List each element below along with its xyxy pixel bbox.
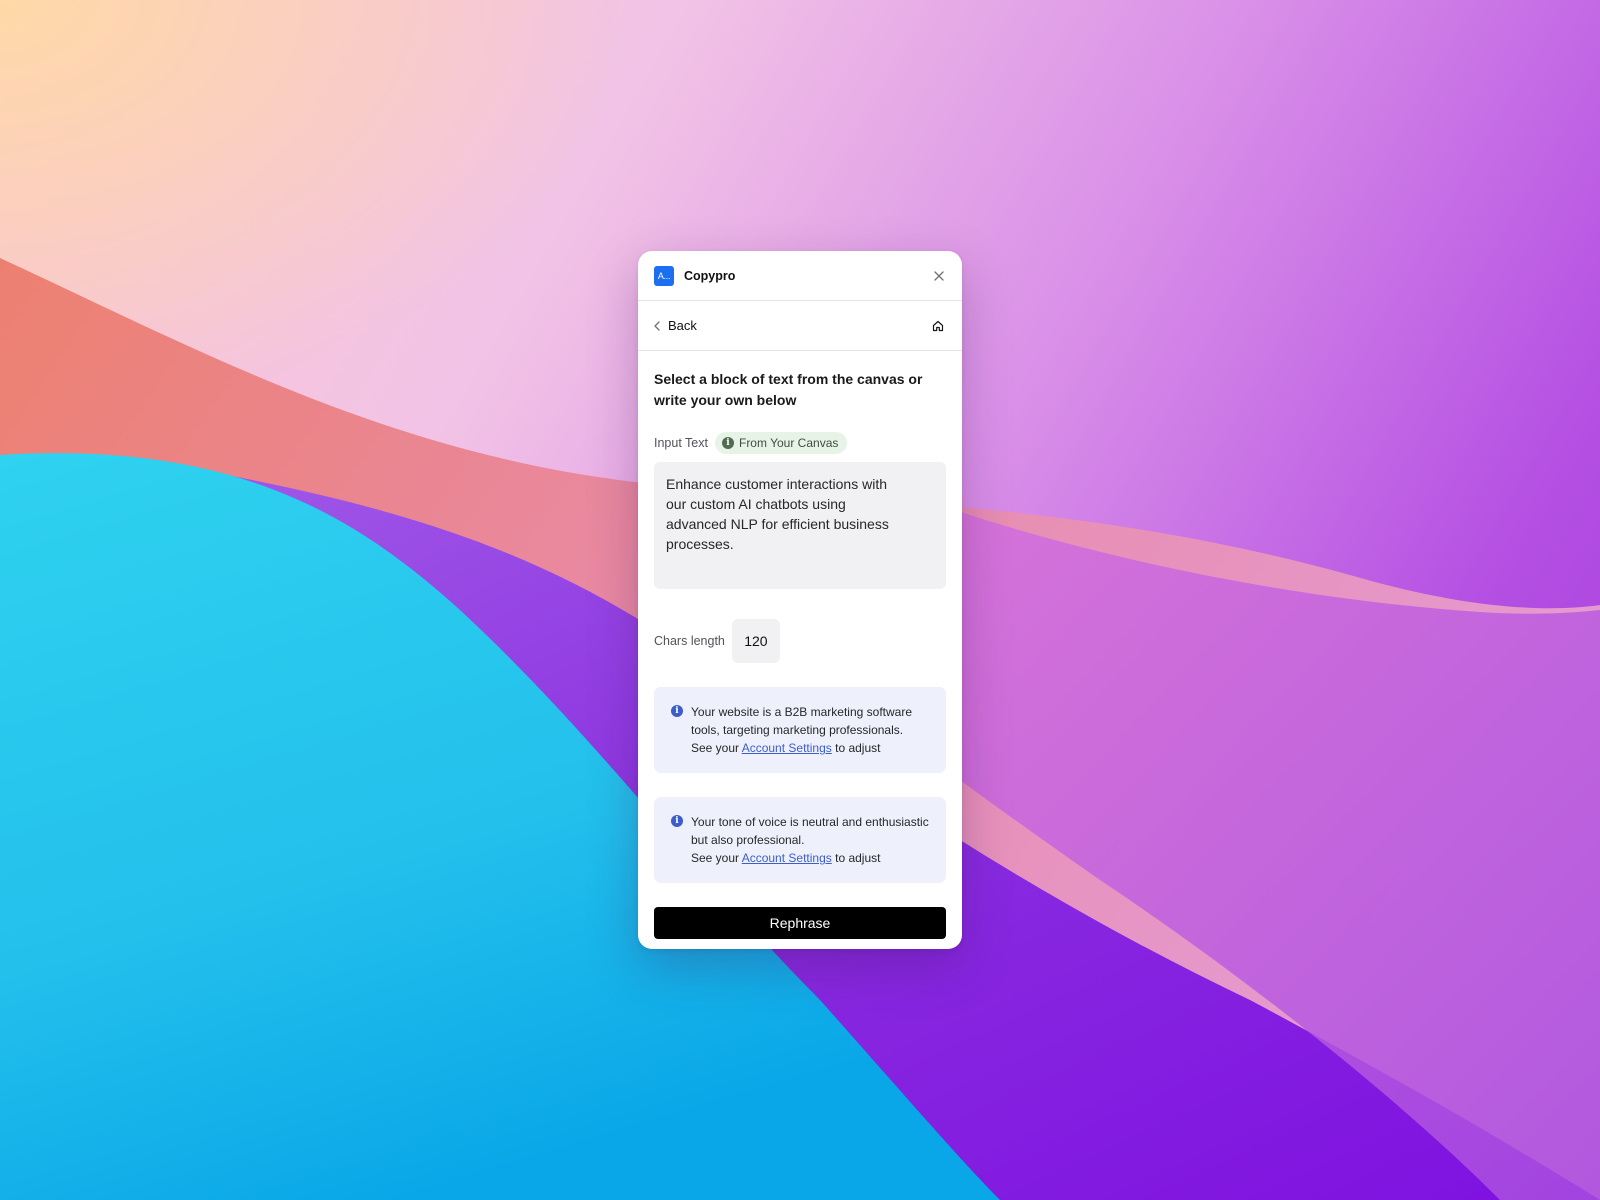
chevron-left-icon <box>654 320 660 331</box>
info-suffix: to adjust <box>835 741 881 755</box>
app-logo: A... <box>654 265 674 286</box>
back-button[interactable]: Back <box>654 318 697 333</box>
info-text: Your tone of voice is neutral and enthus… <box>691 813 930 867</box>
info-see-prefix: See your <box>691 851 740 865</box>
input-text-label: Input Text <box>654 436 708 450</box>
chars-length-row: Chars length <box>654 619 946 663</box>
page-heading: Select a block of text from the canvas o… <box>654 371 923 408</box>
content-area: Select a block of text from the canvas o… <box>638 351 962 939</box>
website-info-box: i Your website is a B2B marketing softwa… <box>654 687 946 773</box>
account-settings-link[interactable]: Account Settings <box>742 851 832 865</box>
close-button[interactable] <box>932 269 946 283</box>
source-badge: i From Your Canvas <box>714 432 848 454</box>
info-icon: i <box>671 705 683 717</box>
info-icon: i <box>671 815 683 827</box>
nav-bar: Back <box>638 301 962 351</box>
chars-length-input[interactable] <box>731 619 780 663</box>
chars-length-label: Chars length <box>654 634 725 648</box>
app-title: Copypro <box>684 268 736 283</box>
info-message: Your tone of voice is neutral and enthus… <box>691 815 929 847</box>
plugin-panel: A... Copypro Back Select a block of text… <box>638 251 962 949</box>
title-bar: A... Copypro <box>638 251 962 301</box>
close-icon <box>934 270 944 281</box>
input-label-row: Input Text i From Your Canvas <box>654 432 946 454</box>
home-icon <box>932 320 944 331</box>
info-icon: i <box>721 437 734 449</box>
account-settings-link[interactable]: Account Settings <box>742 741 832 755</box>
info-suffix: to adjust <box>835 851 881 865</box>
info-text: Your website is a B2B marketing software… <box>691 703 930 757</box>
home-button[interactable] <box>930 318 946 334</box>
back-label: Back <box>668 318 697 333</box>
rephrase-button[interactable]: Rephrase <box>654 907 946 939</box>
info-see-prefix: See your <box>691 741 740 755</box>
info-message: Your website is a B2B marketing software… <box>691 705 912 737</box>
tone-info-box: i Your tone of voice is neutral and enth… <box>654 797 946 883</box>
source-badge-label: From Your Canvas <box>738 436 839 450</box>
input-text-area[interactable]: Enhance customer interactions with our c… <box>654 462 946 589</box>
